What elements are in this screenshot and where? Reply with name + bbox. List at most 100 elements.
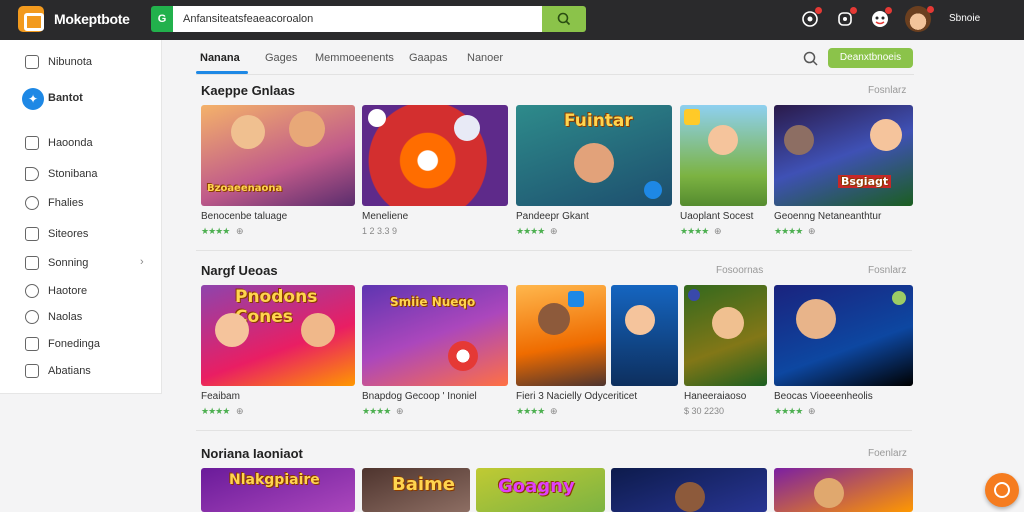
- character-art: [708, 125, 738, 155]
- card-banner-text: Fuintar: [564, 111, 633, 131]
- card-banner-text: Pnodons Cones: [235, 287, 318, 327]
- tab-search-button[interactable]: [803, 51, 819, 72]
- see-all-link[interactable]: Foenlarz: [868, 448, 907, 459]
- friends-icon[interactable]: [870, 7, 892, 29]
- verified-icon: [644, 181, 662, 199]
- card-rating-stars: ★★★★: [362, 406, 391, 416]
- tab-0[interactable]: Nanana: [200, 52, 240, 64]
- sidebar-item-0[interactable]: Nibunota: [0, 50, 162, 76]
- card-price-icon: ⊕: [236, 226, 244, 236]
- sidebar-item-9[interactable]: Fonedinga: [0, 332, 162, 358]
- game-card-image[interactable]: Bzoaeenaona: [201, 105, 355, 206]
- message-badge: [850, 7, 857, 14]
- game-card-image[interactable]: Nlakgpiaire: [201, 468, 355, 512]
- sidebar-item-5[interactable]: Siteores: [0, 222, 162, 248]
- game-card-image[interactable]: Bsgiagt: [774, 105, 913, 206]
- user-name[interactable]: Sbnoie: [949, 13, 980, 24]
- sidebar-item-1-active[interactable]: ✦ Bantot: [0, 86, 162, 112]
- sidebar-item-label: Bantot: [48, 92, 83, 104]
- floating-action-button[interactable]: [985, 473, 1019, 507]
- card-rating-stars: ★★★★: [201, 406, 230, 416]
- character-art: [231, 115, 265, 149]
- game-card-image[interactable]: [611, 285, 678, 386]
- sidebar-item-4[interactable]: Fhalies: [0, 191, 162, 217]
- search-input[interactable]: [173, 6, 543, 32]
- game-card-image[interactable]: [611, 468, 767, 512]
- tab-4[interactable]: Nanoer: [467, 52, 503, 64]
- sidebar-item-6[interactable]: Sonning ›: [0, 251, 162, 277]
- character-art: [870, 119, 902, 151]
- info-icon: [25, 284, 39, 298]
- action-button[interactable]: Deanxtbnoeis: [828, 48, 913, 68]
- notification-badge: [815, 7, 822, 14]
- character-art: [675, 482, 705, 512]
- app-logo-icon[interactable]: [18, 6, 44, 32]
- messages-icon[interactable]: [835, 7, 857, 29]
- see-all-link[interactable]: Fosnlarz: [868, 85, 906, 96]
- game-card-image[interactable]: Baime: [362, 468, 470, 512]
- logo-badge: [688, 289, 700, 301]
- card-title[interactable]: Geoenng Netaneanthtur: [774, 211, 881, 222]
- card-rating-stars: ★★★★: [516, 226, 545, 236]
- sidebar-item-10[interactable]: Abatians: [0, 359, 162, 385]
- game-card-image[interactable]: Fuintar: [516, 105, 672, 206]
- top-bar: Mokeptbote G Sbnoie: [0, 0, 1024, 40]
- user-avatar[interactable]: [905, 6, 934, 32]
- card-title[interactable]: Meneliene: [362, 211, 408, 222]
- game-card-image[interactable]: Goagny: [476, 468, 605, 512]
- secondary-link[interactable]: Fosoornas: [716, 265, 763, 276]
- sidebar-item-2[interactable]: Haoonda: [0, 131, 162, 157]
- card-banner-text: Nlakgpiaire: [229, 472, 320, 488]
- tab-2[interactable]: Memmoeenents: [315, 52, 394, 64]
- game-card-image[interactable]: [684, 285, 767, 386]
- home-icon: [25, 136, 39, 150]
- tab-3[interactable]: Gaapas: [409, 52, 448, 64]
- card-title[interactable]: Feaibam: [201, 391, 240, 402]
- card-title[interactable]: Fieri 3 Nacielly Odyceriticet: [516, 391, 637, 402]
- character-art: [712, 307, 744, 339]
- brand-name[interactable]: Mokeptbote: [54, 11, 130, 27]
- card-price-icon: ⊕: [550, 226, 558, 236]
- game-card-image[interactable]: [774, 468, 913, 512]
- search-button[interactable]: [542, 6, 586, 32]
- game-card-image[interactable]: Smiie Nueqo: [362, 285, 508, 386]
- game-card-image[interactable]: [774, 285, 913, 386]
- ball-art: [448, 341, 478, 371]
- see-all-link[interactable]: Fosnlarz: [868, 265, 906, 276]
- card-title[interactable]: Uaoplant Socest: [680, 211, 753, 222]
- character-art: [301, 313, 335, 347]
- card-banner-text: Bsgiagt: [838, 175, 892, 188]
- card-title[interactable]: Pandeepr Gkant: [516, 211, 589, 222]
- card-title[interactable]: Benocenbe taluage: [201, 211, 287, 222]
- circle-icon: [25, 310, 39, 324]
- character-art: [625, 305, 655, 335]
- sidebar-item-label: Haoonda: [48, 137, 93, 149]
- game-card-image[interactable]: [516, 285, 606, 386]
- sidebar-item-7[interactable]: Haotore: [0, 279, 162, 305]
- sidebar-item-label: Fonedinga: [48, 338, 100, 350]
- tab-1[interactable]: Gages: [265, 52, 297, 64]
- game-card-image[interactable]: Pnodons Cones: [201, 285, 355, 386]
- chevron-right-icon: ›: [140, 256, 144, 268]
- card-title[interactable]: Haneeraiaoso: [684, 391, 746, 402]
- game-card-image[interactable]: [680, 105, 767, 206]
- logo-badge: [368, 109, 386, 127]
- sidebar-item-3[interactable]: Stonibana: [0, 162, 162, 188]
- search-source-tag[interactable]: G: [151, 6, 173, 32]
- sidebar-item-label: Fhalies: [48, 197, 84, 209]
- card-rating-stars: ★★★★: [201, 226, 230, 236]
- sidebar-item-8[interactable]: Naolas: [0, 305, 162, 331]
- card-title[interactable]: Beocas Vioeeenheolis: [774, 391, 873, 402]
- tag-icon: [25, 167, 39, 181]
- character-art: [784, 125, 814, 155]
- card-price-icon: ⊕: [236, 406, 244, 416]
- card-title[interactable]: Bnapdog Gecoop ' Inoniel: [362, 391, 477, 402]
- gamepad-notifications-icon[interactable]: [800, 7, 822, 29]
- sidebar-item-label: Sonning: [48, 257, 89, 269]
- card-banner-text: Smiie Nueqo: [390, 295, 476, 309]
- sidebar-item-label: Haotore: [48, 285, 88, 297]
- flag-icon: [25, 227, 39, 241]
- sidebar-item-label: Stonibana: [48, 168, 98, 180]
- game-card-image[interactable]: [362, 105, 508, 206]
- card-price-icon: ⊕: [808, 226, 816, 236]
